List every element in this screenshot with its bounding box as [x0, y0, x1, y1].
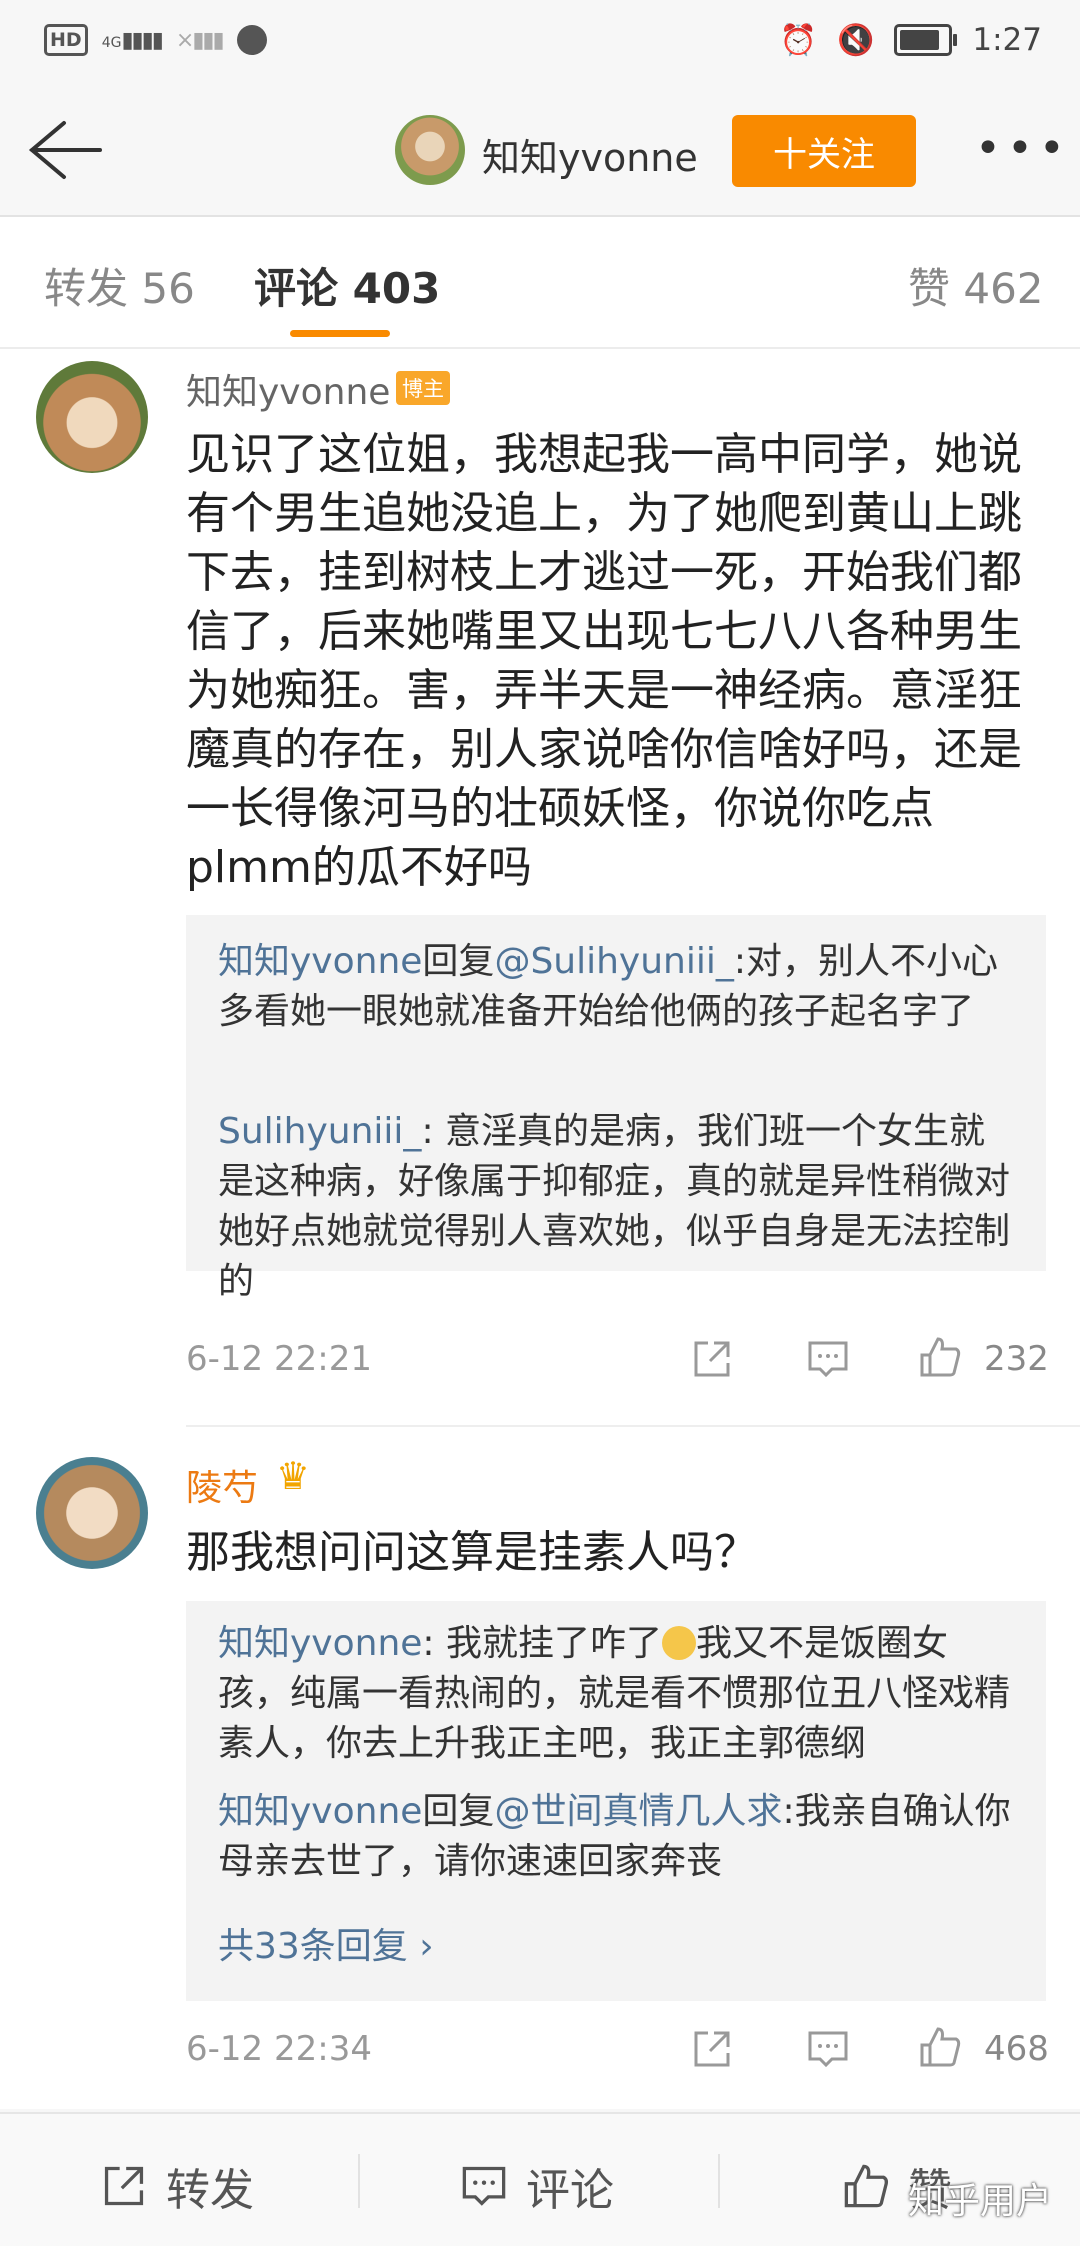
watermark: 知乎用户: [907, 2181, 1052, 2222]
nav-header: 知知yvonne 十关注 •••: [0, 85, 1080, 217]
author-badge: 博主: [396, 371, 450, 405]
signal-label: 4G: [101, 34, 122, 51]
comment-icon[interactable]: [806, 2027, 850, 2071]
reply-word: 回复: [422, 1791, 495, 1832]
comment-author[interactable]: 陵芍: [186, 1459, 258, 1511]
status-bar: HD 4G▮▮▮▮ ×▮▮▮ ⏰ 🔇 1:27: [0, 0, 1080, 85]
repost-label: 转发: [166, 2165, 254, 2216]
tab-active-indicator: [290, 330, 390, 337]
thinking-emoji-icon: [662, 1626, 696, 1660]
comment-author[interactable]: 知知yvonne: [186, 363, 390, 415]
status-time: 1:27: [972, 22, 1042, 58]
comment-list: 知知yvonne 博主 见识了这位姐，我想起我一高中同学，她说有个男生追她没追上…: [0, 349, 1080, 2109]
globe-icon: [236, 25, 267, 55]
reply-box[interactable]: 知知yvonne: 我就挂了咋了 我又不是饭圈女孩，纯属一看热闹的，就是看不惯那位…: [186, 1601, 1046, 2001]
more-replies-link[interactable]: 共33条回复 ›: [218, 1917, 434, 1969]
reply-item[interactable]: 知知yvonne: 我就挂了咋了 我又不是饭圈女孩，纯属一看热闹的，就是看不惯那位…: [218, 1619, 1018, 1769]
like-count: 468: [984, 2029, 1049, 2069]
tab-comments[interactable]: 评论 403: [254, 255, 440, 316]
avatar[interactable]: [36, 361, 148, 473]
signal-icon: 4G▮▮▮▮: [101, 27, 164, 53]
comment-button[interactable]: 评论: [460, 2154, 614, 2218]
comment-text: 见识了这位姐，我想起我一高中同学，她说有个男生追她没追上，为了她爬到黄山上跳下去…: [186, 429, 1022, 893]
follow-button[interactable]: 十关注: [732, 115, 916, 187]
divider: [186, 1425, 1080, 1427]
like-count: 232: [984, 1339, 1049, 1379]
comment-time: 6-12 22:34: [186, 2029, 372, 2069]
tab-bar: 转发 56 评论 403 赞 462: [0, 217, 1080, 349]
reply-user[interactable]: 知知yvonne: [218, 1791, 422, 1832]
reply-mention[interactable]: @Sulihyuniii_: [494, 941, 733, 982]
like-icon: [844, 2164, 888, 2208]
reply-item[interactable]: 知知yvonne回复@世间真情几人求:我亲自确认你母亲去世了，请你速速回家奔丧: [218, 1787, 1018, 1887]
comment-text: 那我想问问这算是挂素人吗？: [186, 1527, 758, 1578]
reply-word: 回复: [422, 941, 495, 982]
status-left: HD 4G▮▮▮▮ ×▮▮▮: [44, 24, 267, 56]
separator: [718, 2154, 720, 2208]
comment-icon: [462, 2166, 506, 2206]
comment-time: 6-12 22:21: [186, 1339, 372, 1379]
back-button[interactable]: [22, 115, 112, 185]
reply-user[interactable]: 知知yvonne: [218, 941, 422, 982]
separator: [358, 2154, 360, 2208]
reply-box[interactable]: 知知yvonne回复@Sulihyuniii_:对，别人不小心多看她一眼她就准备…: [186, 915, 1046, 1302]
like-icon[interactable]: [918, 1335, 962, 1379]
repost-icon: [104, 2166, 144, 2206]
reply-user[interactable]: Sulihyuniii_: [218, 1111, 421, 1152]
alarm-icon: ⏰: [779, 22, 818, 58]
reply-item[interactable]: 知知yvonne回复@Sulihyuniii_:对，别人不小心多看她一眼她就准备…: [218, 937, 1018, 1037]
hd-indicator: HD: [44, 24, 88, 56]
nav-user-name[interactable]: 知知yvonne: [482, 127, 698, 182]
comment-icon[interactable]: [806, 1337, 850, 1381]
like-icon[interactable]: [918, 2025, 962, 2069]
tab-likes[interactable]: 赞 462: [908, 255, 1044, 316]
share-icon[interactable]: [690, 2027, 734, 2071]
reply-text: : 我就挂了咋了: [422, 1623, 662, 1664]
share-icon[interactable]: [690, 1337, 734, 1381]
reply-mention[interactable]: @世间真情几人求: [494, 1791, 782, 1832]
back-arrow-icon: [28, 121, 102, 179]
reply-item[interactable]: Sulihyuniii_: 意淫真的是病，我们班一个女生就是这种病，好像属于抑郁…: [218, 1107, 1018, 1307]
battery-icon: [894, 24, 958, 56]
reply-user[interactable]: 知知yvonne: [218, 1623, 422, 1664]
battery-fill: [900, 30, 940, 50]
nav-avatar[interactable]: [395, 115, 465, 185]
repost-button[interactable]: 转发: [100, 2154, 254, 2218]
tab-repost[interactable]: 转发 56: [44, 255, 195, 316]
comment-label: 评论: [526, 2165, 614, 2216]
more-icon[interactable]: •••: [975, 123, 1065, 174]
mute-icon: 🔇: [837, 22, 875, 58]
avatar[interactable]: [36, 1457, 148, 1569]
signal-off-icon: ×▮▮▮: [175, 27, 225, 53]
vip-crown-icon: ♛: [276, 1454, 311, 1498]
status-right: ⏰ 🔇 1:27: [780, 22, 1042, 58]
